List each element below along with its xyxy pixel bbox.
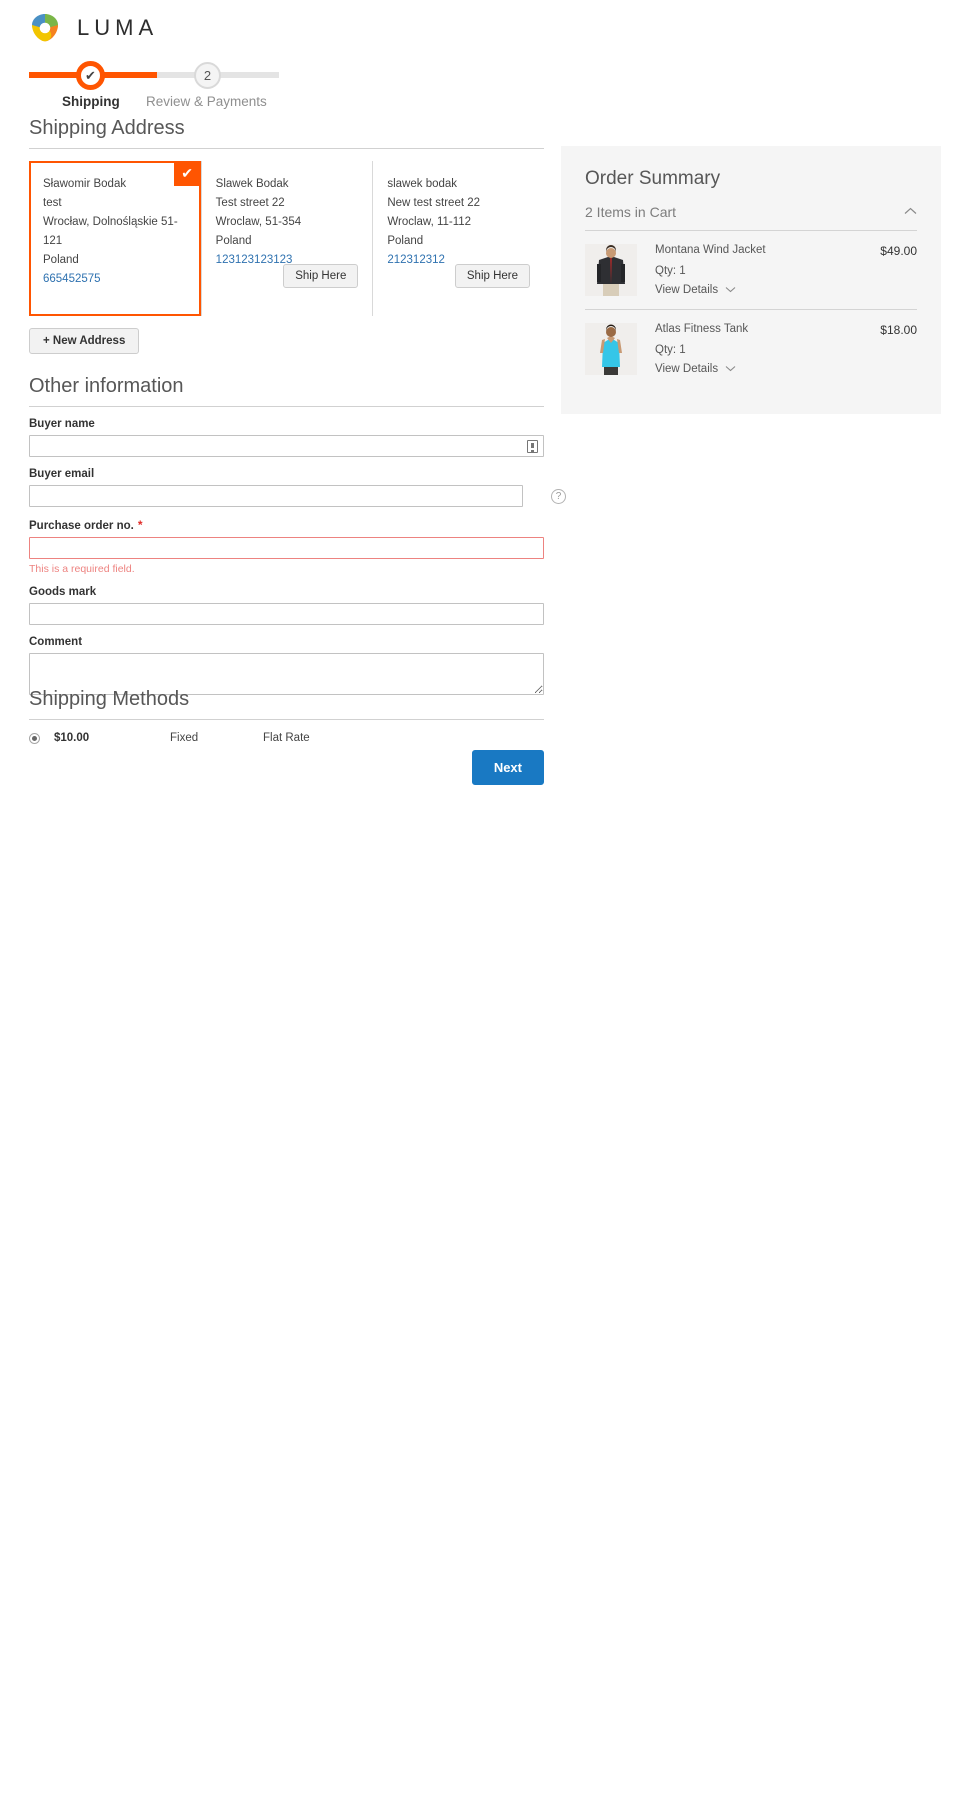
required-asterisk: * (137, 518, 143, 532)
shipping-method-carrier: Fixed (170, 732, 199, 744)
buyer-name-field-group: Buyer name (29, 418, 544, 457)
view-details-label: View Details (655, 363, 719, 375)
other-information-heading: Other information (29, 375, 544, 407)
cart-item-price: $49.00 (880, 244, 917, 258)
items-in-cart-label: 2 Items in Cart (585, 204, 677, 220)
montana-wind-jacket-thumb (585, 244, 637, 296)
address-country: Poland (215, 235, 252, 247)
order-summary-title: Order Summary (585, 168, 721, 189)
cart-item-price: $18.00 (880, 323, 917, 337)
cart-item: Montana Wind Jacket $49.00 Qty: 1 View D… (585, 231, 917, 310)
address-name: Slawek Bodak (215, 178, 289, 190)
selected-check-icon: ✔ (173, 161, 201, 186)
progress-step-review-node[interactable]: 2 (194, 62, 221, 89)
goods-mark-field-group: Goods mark (29, 586, 544, 625)
cart-item-qty: Qty: 1 (655, 344, 686, 356)
next-button[interactable]: Next (471, 750, 544, 785)
purchase-order-label-text: Purchase order no. (29, 520, 134, 532)
address-country: Poland (43, 254, 79, 266)
buyer-name-label: Buyer name (29, 418, 95, 430)
progress-label-shipping[interactable]: Shipping (62, 94, 120, 109)
address-card-selected[interactable]: ✔ Sławomir Bodak test Wrocław, Dolnośląs… (29, 161, 201, 316)
chevron-down-icon (725, 285, 736, 296)
progress-label-review-payments[interactable]: Review & Payments (146, 94, 267, 109)
buyer-name-input[interactable] (29, 435, 544, 457)
calendar-icon[interactable] (527, 440, 538, 453)
view-details-toggle[interactable]: View Details (655, 363, 917, 375)
check-icon: ✔ (85, 68, 96, 83)
items-in-cart-toggle[interactable]: 2 Items in Cart (585, 204, 917, 231)
address-street: Test street 22 (215, 197, 285, 209)
address-city-zip: Wroclaw, 11-112 (387, 216, 472, 228)
address-phone[interactable]: 665452575 (43, 270, 183, 289)
site-logo[interactable]: LUMA (29, 12, 158, 44)
ship-here-button[interactable]: Ship Here (283, 264, 359, 288)
address-street: test (43, 197, 62, 209)
shipping-method-price: $10.00 (54, 732, 90, 744)
shipping-method-row[interactable]: $10.00 Fixed Flat Rate (29, 732, 544, 744)
cart-item-body: Montana Wind Jacket $49.00 Qty: 1 View D… (655, 244, 917, 296)
shipping-method-radio[interactable] (29, 732, 40, 744)
purchase-order-field-group: Purchase order no. * This is a required f… (29, 518, 544, 575)
chevron-up-icon (904, 206, 917, 218)
cart-item-name: Atlas Fitness Tank (655, 323, 749, 335)
ship-here-button[interactable]: Ship Here (454, 264, 531, 288)
shipping-method-name: Flat Rate (263, 732, 310, 744)
cart-item-body: Atlas Fitness Tank $18.00 Qty: 1 View De… (655, 323, 917, 375)
cart-item-header: Montana Wind Jacket $49.00 (655, 244, 917, 258)
checkout-progress-bar: ✔ 2 Shipping Review & Payments (29, 58, 279, 109)
comment-label: Comment (29, 636, 83, 648)
goods-mark-input[interactable] (29, 603, 544, 625)
purchase-order-input[interactable] (29, 537, 544, 559)
buyer-email-field-group: Buyer email ? (29, 468, 566, 507)
shipping-methods-section: Shipping Methods $10.00 Fixed Flat Rate … (29, 688, 544, 785)
buyer-email-input[interactable] (29, 485, 523, 507)
address-country: Poland (387, 235, 424, 247)
address-city-zip: Wrocław, Dolnośląskie 51-121 (43, 216, 178, 247)
goods-mark-label: Goods mark (29, 586, 97, 598)
cart-item-header: Atlas Fitness Tank $18.00 (655, 323, 917, 337)
shipping-methods-heading: Shipping Methods (29, 688, 544, 720)
help-circle-icon[interactable]: ? (551, 489, 566, 504)
view-details-label: View Details (655, 284, 719, 296)
view-details-toggle[interactable]: View Details (655, 284, 917, 296)
address-card[interactable]: Slawek Bodak Test street 22 Wroclaw, 51-… (200, 161, 373, 316)
purchase-order-error-message: This is a required field. (29, 563, 135, 575)
address-list: ✔ Sławomir Bodak test Wrocław, Dolnośląs… (29, 161, 544, 316)
luma-flower-logo-icon (29, 12, 61, 44)
brand-name: LUMA (77, 15, 159, 40)
progress-step-shipping-node[interactable]: ✔ (76, 61, 105, 90)
address-name: slawek bodak (387, 178, 458, 190)
buyer-email-label: Buyer email (29, 468, 95, 480)
other-information-section: Other information Buyer name Buyer email… (29, 375, 566, 700)
new-address-button[interactable]: + New Address (29, 328, 140, 354)
atlas-fitness-tank-thumb (585, 323, 637, 375)
shipping-address-section: Shipping Address ✔ Sławomir Bodak test W… (29, 117, 544, 354)
shipping-address-heading: Shipping Address (29, 117, 544, 149)
purchase-order-label: Purchase order no. * (29, 518, 544, 532)
cart-item-qty: Qty: 1 (655, 265, 686, 277)
address-street: New test street 22 (387, 197, 481, 209)
checkout-page: LUMA ✔ 2 Shipping Review & Payments Ship… (0, 0, 970, 1820)
address-card[interactable]: slawek bodak New test street 22 Wroclaw,… (372, 161, 544, 316)
address-city-zip: Wroclaw, 51-354 (215, 216, 302, 228)
chevron-down-icon (725, 364, 736, 375)
address-name: Sławomir Bodak (43, 178, 127, 190)
order-summary-panel: Order Summary 2 Items in Cart Montana Wi… (561, 146, 941, 414)
step-number: 2 (203, 68, 212, 83)
cart-item-name: Montana Wind Jacket (655, 244, 766, 256)
cart-item: Atlas Fitness Tank $18.00 Qty: 1 View De… (585, 310, 917, 388)
